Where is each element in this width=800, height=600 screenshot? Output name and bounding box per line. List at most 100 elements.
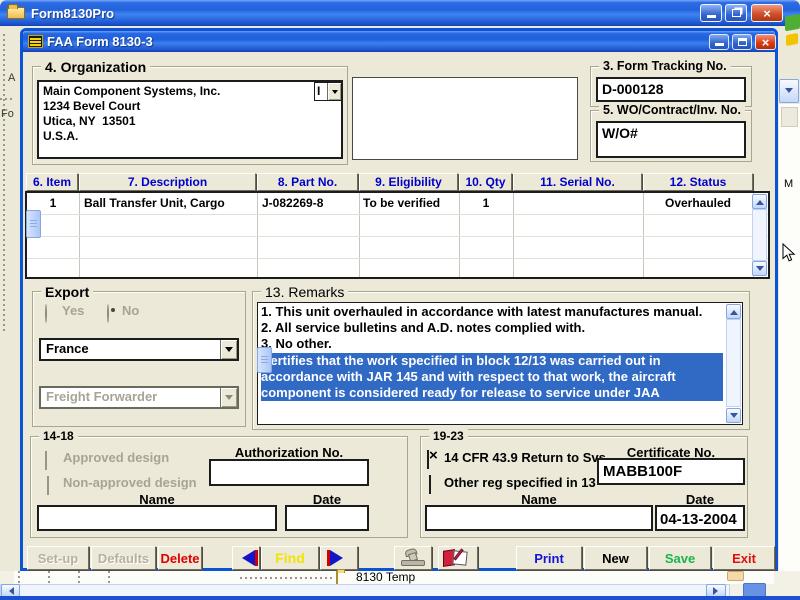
table-scroll-track[interactable] — [752, 209, 767, 261]
outer-minimize-button[interactable] — [700, 4, 722, 22]
col-header-status[interactable]: 12. Status — [643, 173, 753, 191]
export-no-radio — [107, 304, 109, 323]
export-label: Export — [41, 284, 93, 300]
outer-close-button[interactable]: × — [751, 4, 783, 22]
chevron-down-icon[interactable] — [327, 83, 341, 100]
name-input-19-23[interactable] — [425, 505, 653, 531]
remarks-scroll-up-button[interactable] — [726, 304, 741, 319]
export-no-label: No — [122, 303, 139, 318]
dialog-titlebar[interactable]: FAA Form 8130-3 — [23, 31, 775, 52]
organization-textbox[interactable]: Main Component Systems, Inc. 1234 Bevel … — [37, 80, 343, 159]
right-fragment-m: M — [784, 178, 793, 190]
table-scroll-up-button[interactable] — [752, 194, 767, 209]
find-previous-button[interactable] — [232, 546, 260, 570]
organization-combo[interactable]: I — [314, 82, 342, 101]
secondary-org-textbox[interactable] — [352, 77, 578, 160]
v-scroll-fragment[interactable] — [743, 583, 766, 597]
chevron-down-icon — [220, 388, 237, 407]
col-header-eligibility[interactable]: 9. Eligibility — [359, 173, 458, 191]
toolbar-grip — [3, 34, 5, 334]
col-header-description[interactable]: 7. Description — [79, 173, 256, 191]
tree-item-8130-temp[interactable]: 8130 Temp — [356, 570, 415, 584]
outer-titlebar[interactable]: Form8130Pro — [0, 0, 800, 26]
dialog-maximize-button[interactable] — [732, 34, 752, 50]
chevron-down-icon[interactable] — [220, 340, 237, 359]
table-scroll-down-button[interactable] — [752, 261, 767, 276]
find-button[interactable]: Find — [261, 546, 319, 570]
arrow-left-icon — [5, 587, 14, 595]
cfr-return-checkbox[interactable] — [427, 450, 429, 469]
print-button[interactable]: Print — [516, 546, 582, 570]
stamp-button — [394, 546, 432, 570]
block-14-18-fieldset: 14-18 Approved design Non-approved desig… — [30, 436, 408, 538]
remarks-scroll-down-button[interactable] — [726, 408, 741, 423]
block-14-18-label: 14-18 — [39, 429, 78, 443]
col-header-qty[interactable]: 10. Qty — [459, 173, 512, 191]
org-line: U.S.A. — [43, 129, 78, 143]
cell-eligibility: To be verified — [363, 196, 440, 210]
arrow-right-icon — [713, 587, 722, 595]
left-fragment-a: A — [8, 72, 15, 84]
minimize-icon — [715, 43, 724, 46]
arrow-up-icon — [730, 306, 738, 315]
remarks-scroll-thumb[interactable] — [257, 347, 272, 373]
freight-forwarder-value: Freight Forwarder — [41, 388, 220, 407]
remarks-text: 1. This unit overhauled in accordance wi… — [261, 304, 723, 420]
remarks-scroll-track[interactable] — [726, 319, 741, 407]
exit-button[interactable]: Exit — [713, 546, 775, 570]
approved-design-checkbox — [45, 451, 47, 470]
certificate-no-input[interactable]: MABB100F — [597, 458, 745, 485]
maximize-icon — [738, 38, 747, 46]
contract-value: W/O# — [602, 125, 638, 141]
date-input-14-18[interactable] — [285, 505, 369, 531]
contract-input[interactable]: W/O# — [596, 121, 746, 158]
delete-button[interactable]: Delete — [158, 546, 202, 570]
remarks-line: 3. No other. — [261, 336, 723, 352]
right-panel-box — [781, 107, 798, 127]
new-button[interactable]: New — [584, 546, 647, 570]
find-next-button[interactable] — [320, 546, 358, 570]
block-19-23-fieldset: 19-23 14 CFR 43.9 Return to Svs Other re… — [420, 436, 748, 538]
save-button[interactable]: Save — [649, 546, 711, 570]
tree-scroll-fragment — [727, 571, 744, 581]
block-19-23-label: 19-23 — [429, 429, 468, 443]
restore-icon — [732, 9, 741, 17]
dialog-close-button[interactable]: × — [755, 34, 776, 50]
organization-label: 4. Organization — [41, 59, 150, 75]
col-header-part-no[interactable]: 8. Part No. — [257, 173, 358, 191]
contract-label: 5. WO/Contract/Inv. No. — [599, 103, 745, 117]
setup-button: Set-up — [27, 546, 89, 570]
mouse-cursor — [782, 243, 797, 263]
org-line: 1234 Bevel Court — [43, 99, 140, 113]
dialog-minimize-button[interactable] — [709, 34, 729, 50]
authorization-no-input[interactable] — [209, 459, 369, 486]
tracking-value: D-000128 — [602, 81, 664, 97]
export-country-combo[interactable]: France — [39, 338, 239, 361]
sign-button[interactable] — [438, 546, 478, 570]
tracking-label: 3. Form Tracking No. — [599, 59, 731, 73]
tracking-input[interactable]: D-000128 — [596, 77, 746, 102]
authorization-no-label: Authorization No. — [209, 445, 369, 460]
col-header-item[interactable]: 6. Item — [26, 173, 78, 191]
name-input-14-18[interactable] — [37, 505, 277, 531]
freight-forwarder-combo: Freight Forwarder — [39, 386, 239, 409]
items-table-body[interactable]: 1 Ball Transfer Unit, Cargo J-082269-8 T… — [25, 191, 770, 279]
close-icon: × — [762, 36, 770, 49]
export-yes-label: Yes — [62, 303, 84, 318]
approved-design-label: Approved design — [63, 450, 169, 465]
cell-description: Ball Transfer Unit, Cargo — [84, 196, 225, 210]
table-scroll-thumb[interactable] — [26, 210, 41, 238]
remarks-textbox[interactable]: 1. This unit overhauled in accordance wi… — [257, 302, 743, 425]
right-panel-body — [779, 104, 800, 571]
defaults-button: Defaults — [91, 546, 156, 570]
col-header-serial-no[interactable]: 11. Serial No. — [513, 173, 642, 191]
bottom-edge — [0, 596, 800, 600]
date-input-19-23[interactable]: 04-13-2004 — [655, 505, 745, 531]
non-approved-design-label: Non-approved design — [63, 475, 197, 490]
app-folder-icon — [7, 7, 25, 19]
arrow-down-icon — [730, 413, 738, 422]
export-country-value: France — [41, 340, 220, 359]
right-scroll-down-button[interactable] — [779, 79, 799, 103]
cell-qty: 1 — [459, 196, 513, 210]
outer-restore-button[interactable] — [725, 4, 747, 22]
